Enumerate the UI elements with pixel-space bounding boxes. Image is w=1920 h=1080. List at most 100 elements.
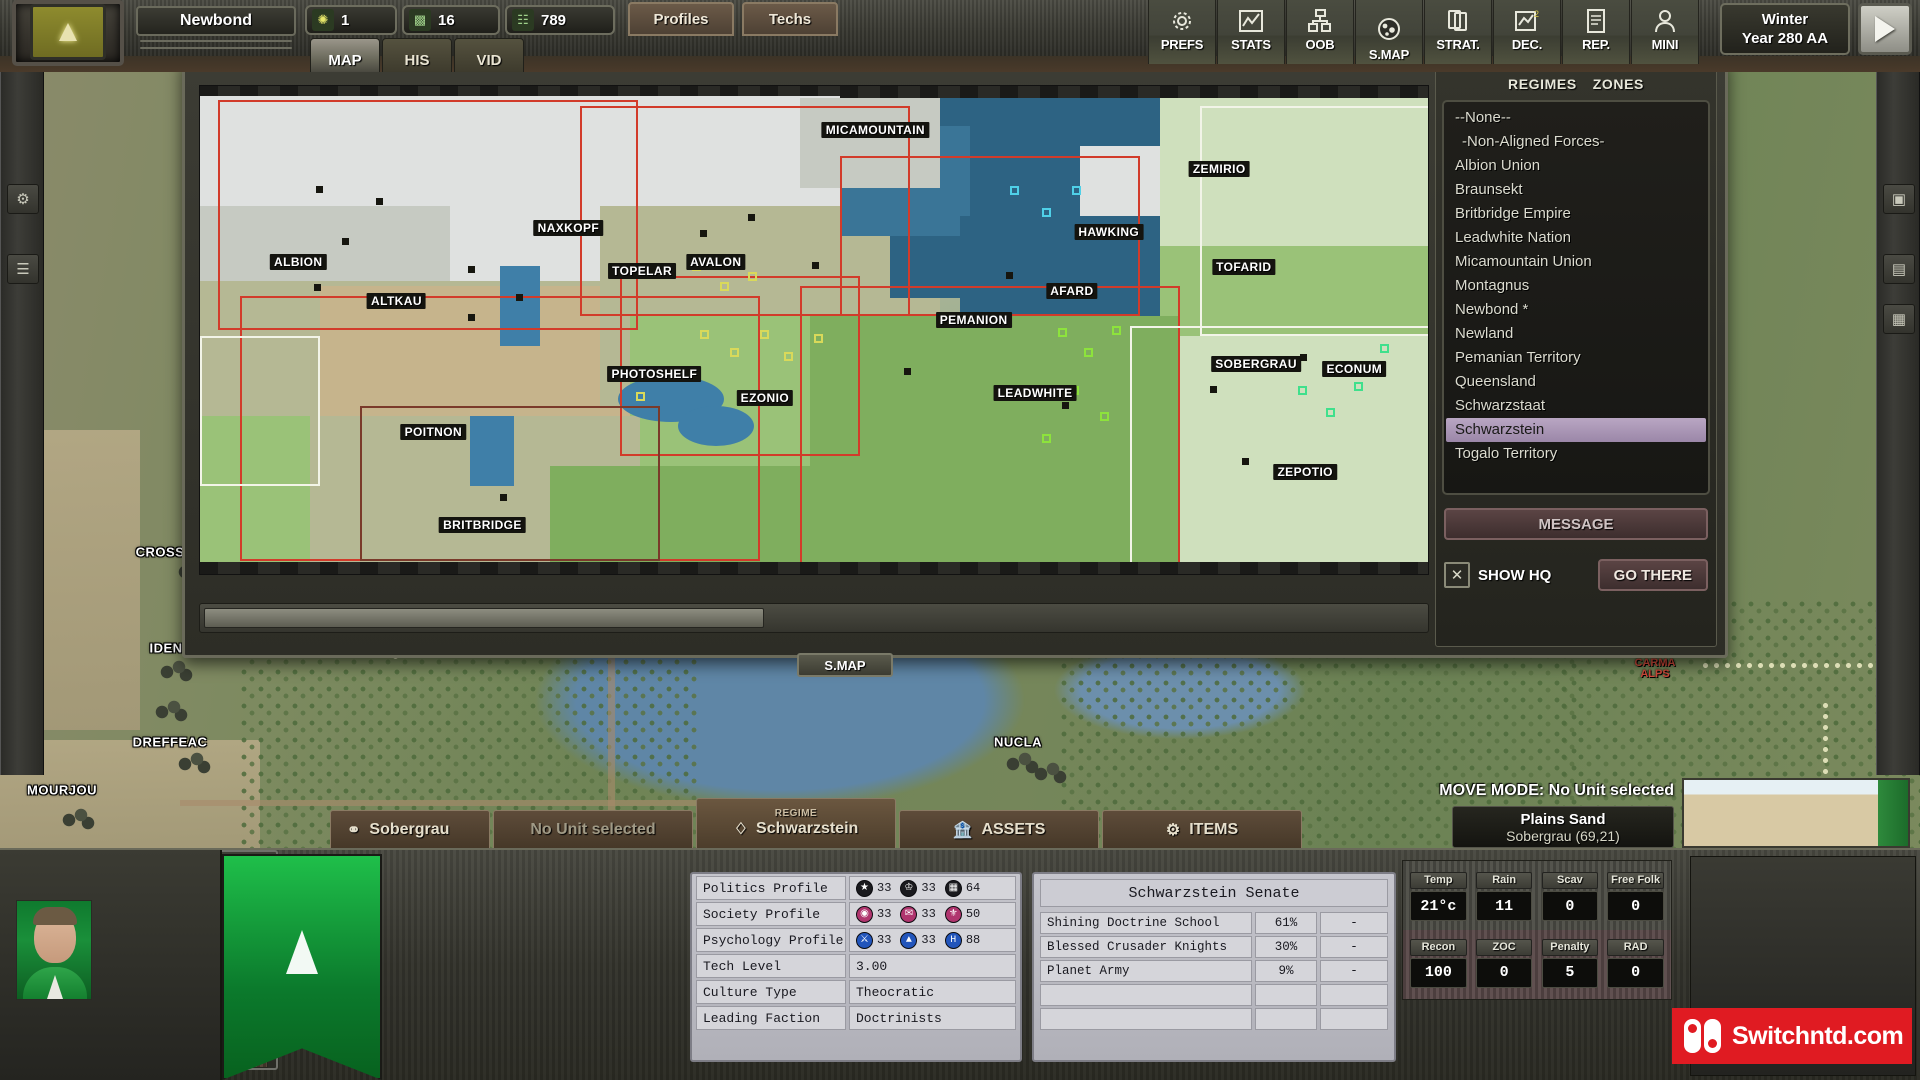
- map-development[interactable]: [636, 392, 645, 401]
- map-development[interactable]: [1112, 326, 1121, 335]
- map-settlement[interactable]: [314, 284, 321, 291]
- senate-row[interactable]: [1040, 984, 1388, 1006]
- show-hq-checkbox[interactable]: ✕: [1444, 562, 1470, 588]
- map-settlement[interactable]: [468, 266, 475, 273]
- senate-row[interactable]: [1040, 1008, 1388, 1030]
- tab-map[interactable]: MAP: [310, 38, 380, 72]
- map-development[interactable]: [760, 330, 769, 339]
- regime-list-item[interactable]: Newland: [1446, 322, 1706, 346]
- map-city-label[interactable]: EZONIO: [736, 390, 794, 407]
- map-settlement[interactable]: [468, 314, 475, 321]
- regime-list-item[interactable]: Togalo Territory: [1446, 442, 1706, 466]
- map-city-label[interactable]: NAXKOPF: [533, 219, 604, 236]
- profile-row[interactable]: Politics Profile ★ 33 ♔ 33 ▦ 64: [696, 876, 1016, 900]
- map-horizontal-scrollbar[interactable]: [199, 603, 1429, 633]
- map-settlement[interactable]: [1210, 386, 1217, 393]
- regime-list-item[interactable]: Leadwhite Nation: [1446, 226, 1706, 250]
- terrain-thumbnail[interactable]: [1682, 778, 1910, 848]
- map-development[interactable]: [1072, 186, 1081, 195]
- map-city-label[interactable]: ALBION: [270, 253, 327, 270]
- map-city-label[interactable]: PHOTOSHELF: [607, 365, 702, 382]
- env-stat[interactable]: Temp 21°c: [1407, 865, 1470, 929]
- tab-regimes[interactable]: REGIMES: [1508, 76, 1577, 92]
- regime-list-item[interactable]: Queensland: [1446, 370, 1706, 394]
- map-city-label[interactable]: POITNON: [400, 424, 467, 441]
- map-city-label[interactable]: LEADWHITE: [993, 385, 1077, 402]
- resource-chip-fuel[interactable]: ▩ 16: [402, 5, 500, 35]
- tab-vid[interactable]: VID: [454, 38, 524, 72]
- regime-list-item[interactable]: Micamountain Union: [1446, 250, 1706, 274]
- map-development[interactable]: [1354, 382, 1363, 391]
- map-settlement[interactable]: [1300, 354, 1307, 361]
- regime-list-item[interactable]: --None--: [1446, 106, 1706, 130]
- status-tab-items[interactable]: ⚙ ITEMS: [1102, 810, 1302, 848]
- regime-flag[interactable]: [222, 854, 382, 1080]
- env-stat[interactable]: Rain 11: [1473, 865, 1536, 929]
- tool-stats-button[interactable]: STATS: [1217, 0, 1285, 64]
- rail-settings-icon[interactable]: ⚙: [7, 184, 39, 214]
- senate-row[interactable]: Planet Army 9% -: [1040, 960, 1388, 982]
- env-stat[interactable]: Recon 100: [1407, 932, 1470, 996]
- map-city-label[interactable]: ECONUM: [1322, 361, 1387, 378]
- profile-row[interactable]: Psychology Profile ⚔ 33 ▲ 33 H 88: [696, 928, 1016, 952]
- bg-unit-stack[interactable]: [155, 700, 189, 722]
- map-settlement[interactable]: [1006, 272, 1013, 279]
- regime-list-item[interactable]: Newbond *: [1446, 298, 1706, 322]
- env-stat[interactable]: Scav 0: [1539, 865, 1602, 929]
- regime-list-item[interactable]: Schwarzstaat: [1446, 394, 1706, 418]
- resource-chip-money[interactable]: ☷ 789: [505, 5, 615, 35]
- tool-dec-button[interactable]: 2 DEC.: [1493, 0, 1561, 64]
- senate-row[interactable]: Blessed Crusader Knights 30% -: [1040, 936, 1388, 958]
- regime-list-item[interactable]: Britbridge Empire: [1446, 202, 1706, 226]
- env-stat[interactable]: Free Folk 0: [1604, 865, 1667, 929]
- map-city-label[interactable]: TOPELAR: [608, 263, 677, 280]
- senate-row[interactable]: Shining Doctrine School 61% -: [1040, 912, 1388, 934]
- tool-mini-button[interactable]: MINI: [1631, 0, 1699, 64]
- map-development[interactable]: [1010, 186, 1019, 195]
- rail-window-icon[interactable]: ▣: [1883, 184, 1915, 214]
- env-stat[interactable]: RAD 0: [1604, 932, 1667, 996]
- smap-tag[interactable]: S.MAP: [797, 653, 893, 677]
- regime-list-item[interactable]: Albion Union: [1446, 154, 1706, 178]
- regime-list-item-selected[interactable]: Schwarzstein: [1446, 418, 1706, 442]
- resource-chip-sun[interactable]: ✺ 1: [305, 5, 397, 35]
- map-city-label[interactable]: BRITBRIDGE: [439, 517, 526, 534]
- map-city-label[interactable]: AFARD: [1046, 282, 1098, 299]
- tool-smap-button[interactable]: S.MAP: [1355, 0, 1423, 64]
- map-city-label[interactable]: SOBERGRAU: [1211, 356, 1301, 373]
- map-development[interactable]: [1042, 208, 1051, 217]
- status-tab-assets[interactable]: 🏦 ASSETS: [899, 810, 1099, 848]
- profile-row[interactable]: Culture Type Theocratic: [696, 980, 1016, 1004]
- rail-grid-icon[interactable]: ▦: [1883, 304, 1915, 334]
- profile-row[interactable]: Tech Level 3.00: [696, 954, 1016, 978]
- bg-unit-stack[interactable]: [1034, 762, 1068, 784]
- map-development[interactable]: [1298, 386, 1307, 395]
- tool-strat-button[interactable]: STRAT.: [1424, 0, 1492, 64]
- nation-emblem[interactable]: [30, 4, 106, 60]
- map-development[interactable]: [814, 334, 823, 343]
- regimes-list[interactable]: --None-- -Non-Aligned Forces- Albion Uni…: [1442, 100, 1710, 495]
- regime-list-item[interactable]: Pemanian Territory: [1446, 346, 1706, 370]
- map-development[interactable]: [1042, 434, 1051, 443]
- map-city-label[interactable]: TOFARID: [1212, 258, 1276, 275]
- regime-list-item[interactable]: -Non-Aligned Forces-: [1446, 130, 1706, 154]
- map-settlement[interactable]: [500, 494, 507, 501]
- map-development[interactable]: [1058, 328, 1067, 337]
- map-development[interactable]: [748, 272, 757, 281]
- map-settlement[interactable]: [316, 186, 323, 193]
- map-city-label[interactable]: HAWKING: [1074, 224, 1144, 241]
- map-settlement[interactable]: [1062, 402, 1069, 409]
- tab-techs[interactable]: Techs: [742, 2, 838, 36]
- go-there-button[interactable]: GO THERE: [1597, 559, 1708, 591]
- map-development[interactable]: [1100, 412, 1109, 421]
- message-button[interactable]: MESSAGE: [1444, 508, 1708, 540]
- map-scrollbar-thumb[interactable]: [204, 608, 764, 628]
- map-viewport[interactable]: ALBION ALTKAU NAXKOPF MICAMOUNTAIN ZEMIR…: [199, 85, 1429, 575]
- map-settlement[interactable]: [342, 238, 349, 245]
- map-city-label[interactable]: AVALON: [686, 253, 746, 270]
- rail-layers-icon[interactable]: ☰: [7, 254, 39, 284]
- tool-oob-button[interactable]: OOB: [1286, 0, 1354, 64]
- profile-row[interactable]: Leading Faction Doctrinists: [696, 1006, 1016, 1030]
- env-stat[interactable]: Penalty 5: [1539, 932, 1602, 996]
- map-development[interactable]: [784, 352, 793, 361]
